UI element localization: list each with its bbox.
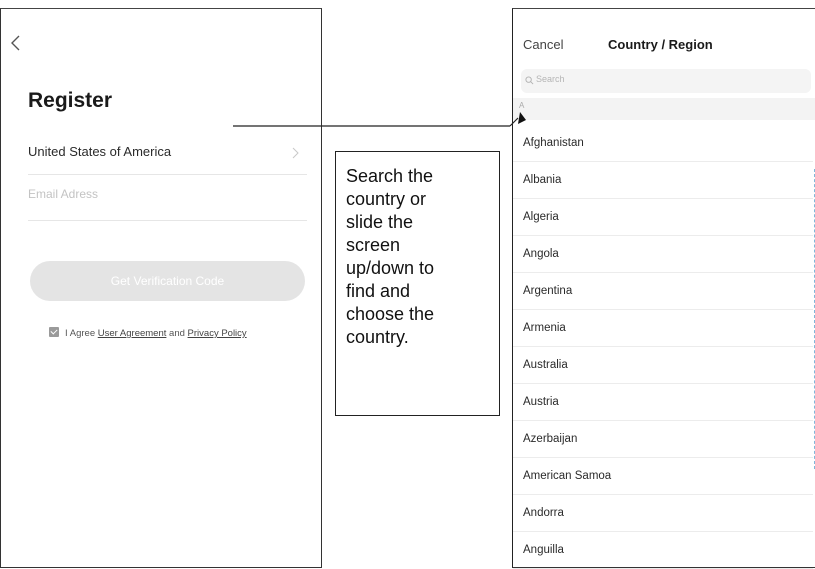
country-value: United States of America	[28, 144, 172, 159]
list-item[interactable]: Armenia	[513, 310, 813, 347]
privacy-policy-link[interactable]: Privacy Policy	[188, 328, 247, 339]
search-input[interactable]	[536, 74, 796, 84]
email-field-row	[28, 179, 307, 221]
register-screen: Register United States of America Get Ve…	[0, 8, 322, 568]
list-item[interactable]: Angola	[513, 236, 813, 273]
instruction-callout: Search the country or slide the screen u…	[335, 151, 500, 416]
country-list[interactable]: Afghanistan Albania Algeria Angola Argen…	[513, 125, 813, 569]
list-item[interactable]: American Samoa	[513, 458, 813, 495]
email-field[interactable]	[28, 187, 288, 201]
country-picker-screen: Cancel Country / Region A Afghanistan Al…	[512, 8, 815, 569]
callout-line: choose the	[346, 304, 435, 324]
callout-line: up/down to	[346, 258, 435, 278]
list-item[interactable]: Algeria	[513, 199, 813, 236]
agree-and: and	[169, 328, 185, 339]
callout-line: country.	[346, 327, 409, 347]
search-box	[521, 69, 811, 93]
list-item[interactable]: Anguilla	[513, 532, 813, 569]
callout-line: country or	[346, 189, 427, 209]
list-item[interactable]: Andorra	[513, 495, 813, 532]
page-title: Register	[28, 89, 113, 112]
get-verification-code-button[interactable]: Get Verification Code	[30, 261, 305, 301]
list-item[interactable]: Azerbaijan	[513, 421, 813, 458]
country-selector[interactable]: United States of America	[28, 135, 307, 175]
section-letter: A	[519, 101, 525, 110]
list-item[interactable]: Australia	[513, 347, 813, 384]
list-item[interactable]: Argentina	[513, 273, 813, 310]
back-chevron-icon[interactable]	[7, 31, 27, 55]
chevron-right-icon	[292, 147, 299, 159]
user-agreement-link[interactable]: User Agreement	[98, 328, 167, 339]
callout-line: Search the	[346, 166, 434, 186]
agree-prefix: I Agree	[65, 328, 96, 339]
agreement-row: I Agree User Agreement and Privacy Polic…	[49, 327, 247, 339]
section-header: A	[513, 98, 815, 120]
cancel-button[interactable]: Cancel	[523, 37, 563, 52]
callout-line: screen	[346, 235, 401, 255]
callout-line: find and	[346, 281, 411, 301]
search-icon	[525, 76, 534, 85]
picker-title: Country / Region	[608, 37, 713, 52]
callout-line: slide the	[346, 212, 414, 232]
agree-checkbox[interactable]	[49, 327, 59, 337]
list-item[interactable]: Albania	[513, 162, 813, 199]
list-item[interactable]: Austria	[513, 384, 813, 421]
list-item[interactable]: Afghanistan	[513, 125, 813, 162]
